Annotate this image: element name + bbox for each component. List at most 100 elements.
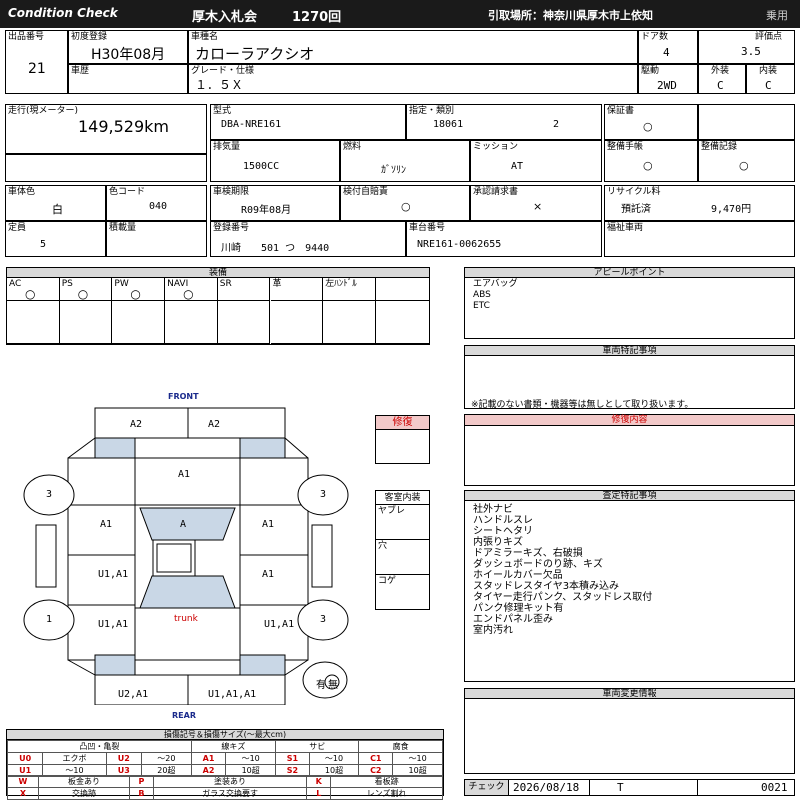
car-diagram [23,407,349,705]
equipment-label: SR [219,279,232,289]
mileage-box: 走行(現メーター) 149,529km [5,104,207,154]
equipment-label: PS [61,279,73,289]
load-box: 積載量 [106,221,207,257]
equipment-title: 装備 [7,268,429,278]
check-date: 2026/08/18 [513,781,580,794]
lot-number: 21 [28,61,46,77]
assessment-title: 査定特記事項 [465,491,794,501]
first-registration-box: 初度登録 H30年08月 [68,30,188,64]
rear-label: REAR [172,711,196,720]
manual-label: 整備手帳 [607,142,644,152]
recycle-status: 預託済 [621,204,651,215]
equipment-cell: AC ○ [7,278,60,344]
exterior-box: 外装 C [698,64,746,94]
equipment-mark: ○ [77,287,89,301]
damage-mark-spare-yes: 有 [316,680,326,691]
interior-tear: ヤブレ [378,506,406,516]
legend-cell: S1 [275,752,310,765]
legend-cell: エクボ [42,752,107,765]
repair-box: 修復 [375,415,430,464]
interior-damage-box: 客室内装 ヤブレ 穴 コゲ [375,490,430,610]
recycle-box: リサイクル料 預託済 9,470円 [604,185,795,221]
check-code: 0021 [761,781,788,794]
insurance-label: 検付自賠責 [343,187,389,197]
damage-mark-wheel-rr: 3 [320,614,327,625]
color-value: 白 [52,203,63,216]
mission-box: ミッション AT [470,140,602,182]
interior-hole: 穴 [378,541,388,551]
first-reg-label: 初度登録 [71,32,108,42]
brand-title: Condition Check [8,6,118,20]
model-label: 車種名 [191,32,219,42]
legend-h4: 腐食 [358,740,443,753]
equipment-mark: ○ [25,287,36,301]
capacity-value: 5 [40,239,47,250]
welfare-label: 福祉車両 [607,223,644,233]
damage-mark-rear-a: U2,A1 [118,689,149,700]
legend-cell: X [7,787,39,800]
color-label: 車体色 [8,187,36,197]
damage-mark-wheel-lr: 1 [46,614,53,625]
doors-label: ドア数 [641,32,669,42]
score-box: 評価点 3.5 [698,30,795,64]
equipment-mark: ○ [130,287,141,301]
class-b: 2 [553,119,560,130]
inspection-value: R09年08月 [241,205,292,216]
rear-left-corner [94,654,136,676]
chassis-box: 車台番号 NRE161-0062655 [406,221,602,257]
check-row: チェック 2026/08/18 T 0021 [464,779,795,796]
model-box: 車種名 カローラアクシオ [188,30,638,64]
equipment-mark: ○ [183,287,194,301]
regno-label: 登録番号 [213,223,250,233]
manual-box: 整備手帳 ○ [604,140,698,182]
legend-cell: 〜10 [308,752,360,765]
legend-cell: B [129,787,154,800]
appeal-item: ABS [473,290,491,300]
damage-mark-right-front-door: A1 [262,569,275,580]
fuel-value: ｶﾞｿﾘﾝ [381,165,406,176]
displacement-label: 排気量 [213,142,241,152]
damage-mark-right-fender: A1 [262,519,275,530]
legend-cell: C1 [358,752,394,765]
type-value: DBA-NRE161 [221,119,282,130]
equipment-cell: 左ﾊﾝﾄﾞﾙ [323,278,376,344]
front-bumper-outline [94,407,286,439]
equipment-cell: PS ○ [59,278,113,344]
grade-label: グレード・仕様 [191,66,255,76]
load-label: 積載量 [109,223,137,233]
damage-legend: 損傷記号＆損傷サイズ(〜最大cm) 凸凹・亀裂 線キズ サビ 腐食 U0 エクボ U… [6,729,444,800]
grade-value: １．５Ｘ [195,78,244,92]
inspection-label: 車検期限 [213,187,250,197]
legend-cell: U2 [105,752,143,765]
legend-h2: 線キズ [190,740,277,753]
damage-mark-left-fender: A1 [100,519,113,530]
legend-cell: 〜20 [141,752,192,765]
model-name: カローラアクシオ [195,45,315,63]
pickup-location: 引取場所：神奈川県厚木市上依知 [488,9,653,22]
special-note: ※記載のない書類・機器等は無しとして取り扱います。 [471,400,694,410]
colorcode-box: 色コード 040 [106,185,207,221]
front-right-corner [239,437,286,459]
equipment-label: PW [114,279,129,289]
assessment-item: スタッドレスタイヤ3本積み込み [473,581,620,592]
appeal-title: アピールポイント [465,268,794,278]
changes-title: 車両変更情報 [465,689,794,699]
front-label: FRONT [168,392,199,401]
legend-cell: レンズ割れ [330,787,443,800]
damage-mark-front-a: A2 [130,419,143,430]
class-a: 18061 [433,119,464,130]
repair-content-box: 修復内容 [464,414,795,486]
chassis-value: NRE161-0062655 [417,239,502,250]
fuel-box: 燃料 ｶﾞｿﾘﾝ [340,140,470,182]
legend-table-2: W 板金あり P 塗装あり K 看板跡 X 交換跡 B ガラス交換要す L レンズ割れ [7,775,443,800]
mission-value: AT [511,161,524,172]
damage-mark-front-b: A2 [208,419,221,430]
exterior-grade: C [717,79,724,92]
equipment-cell: PW ○ [112,278,166,344]
interior-damage-label: 客室内装 [376,491,429,505]
record-box: 整備記録 ○ [698,140,795,182]
doors-value: 4 [663,46,670,59]
approval-mark: × [533,200,543,213]
recycle-fee: 9,470円 [711,204,752,215]
check-grade: T [617,781,624,794]
